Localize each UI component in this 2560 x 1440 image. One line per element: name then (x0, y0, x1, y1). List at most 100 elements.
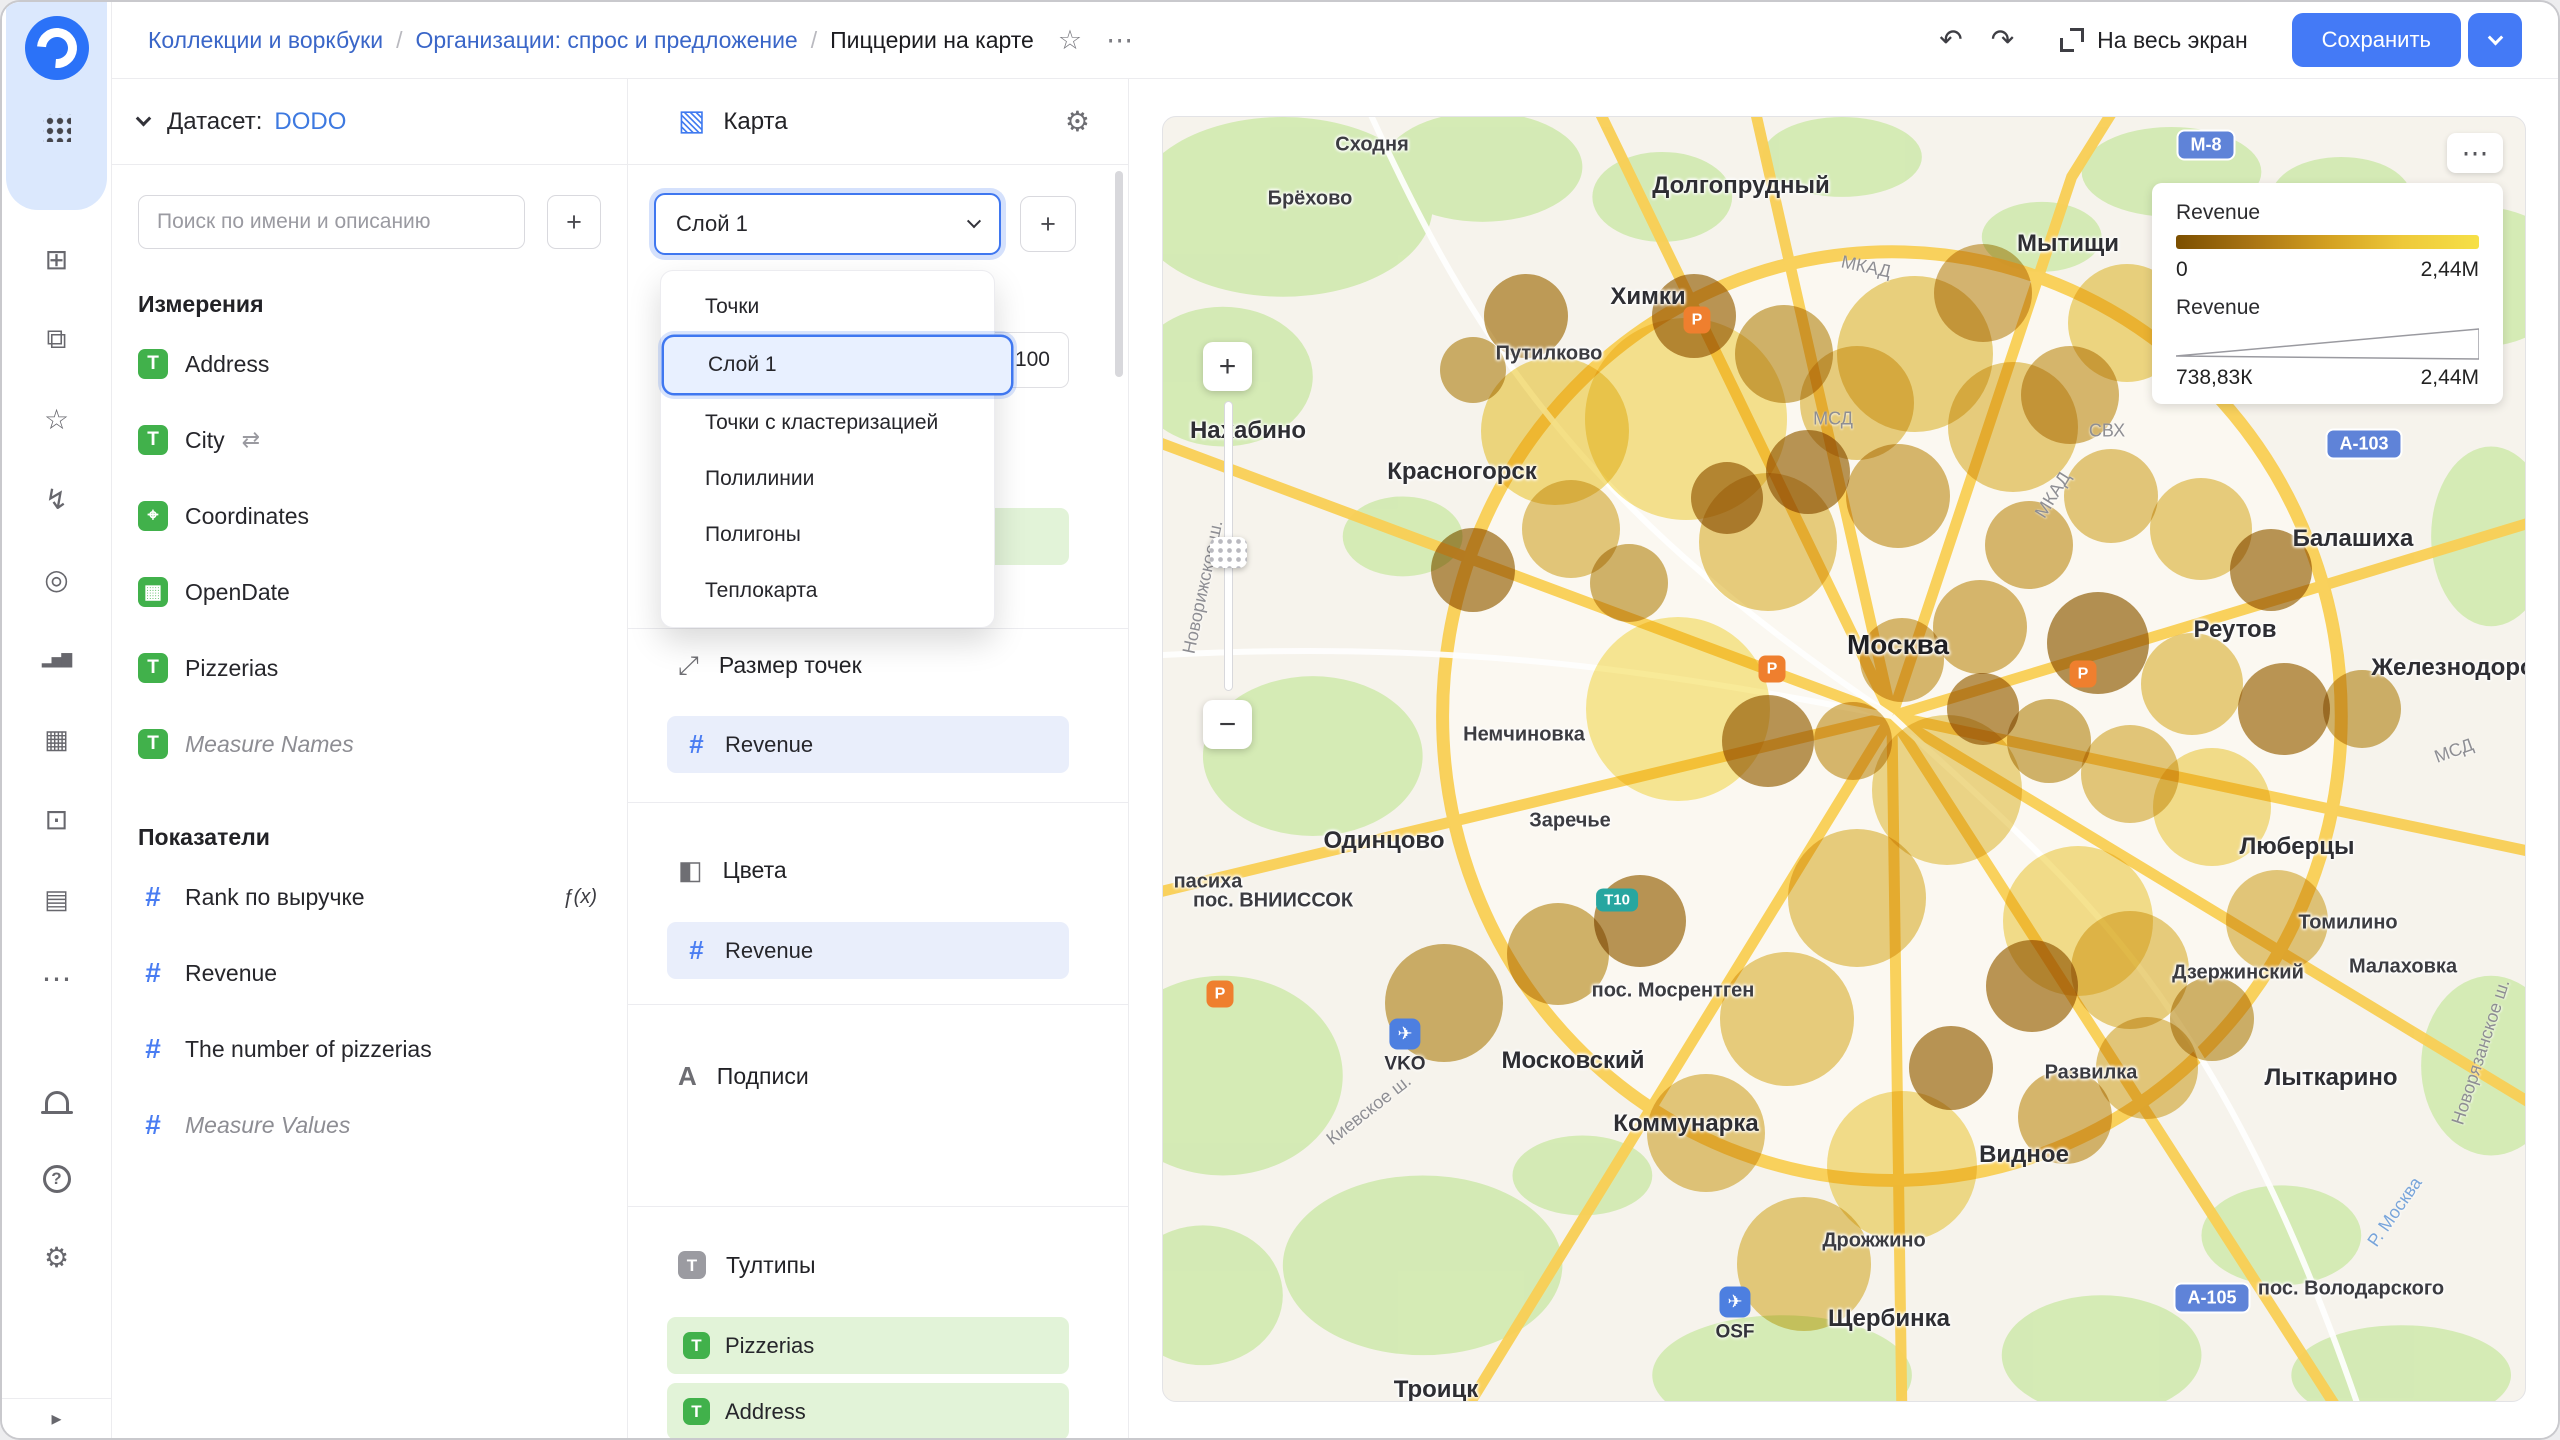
colors-field-pill[interactable]: # Revenue (667, 922, 1069, 979)
notifications-button[interactable] (28, 1072, 86, 1130)
more-menu-icon[interactable]: ⋯ (1106, 26, 1133, 54)
field-row-measure[interactable]: # Rank по выручке ƒ(x) (112, 859, 627, 935)
layer-option[interactable]: Слой 1 (664, 337, 1011, 393)
field-label: Pizzerias (725, 1332, 815, 1358)
collections-button[interactable]: ⊞ (28, 230, 86, 288)
map-data-point[interactable] (1431, 528, 1515, 612)
map-place-label: Коммунарка (1613, 1110, 1759, 1137)
field-label: Revenue (725, 731, 814, 757)
editor-button[interactable]: ↯ (28, 470, 86, 528)
dimension-type-icon: T (683, 1398, 710, 1425)
map-data-point[interactable] (1788, 829, 1926, 967)
map-place-label: Железнодоро (2371, 654, 2526, 681)
zoom-out-button[interactable]: − (1203, 700, 1252, 749)
field-row-dimension[interactable]: T Measure Names (112, 706, 627, 782)
favorites-button[interactable]: ☆ (28, 390, 86, 448)
layer-select[interactable]: Слой 1 (654, 193, 1001, 255)
undo-icon[interactable]: ↶ (1939, 26, 1962, 54)
map-data-point[interactable] (1735, 305, 1833, 403)
map-data-point[interactable] (1814, 702, 1892, 780)
field-row-measure[interactable]: # Revenue (112, 935, 627, 1011)
fullscreen-button[interactable]: На весь экран (2060, 27, 2248, 54)
dataset-name-link[interactable]: DODO (274, 108, 346, 136)
layer-option[interactable]: Полилинии (661, 451, 994, 507)
dimensions-list: T Address T City ⇄ ⌖ Coordinates ▦ OpenDate T Pizz… (112, 326, 627, 782)
map-canvas[interactable]: Сходня Брёхово Долгопрудный Мытищи Химки Пути… (1162, 116, 2526, 1402)
field-row-dimension[interactable]: T Address (112, 326, 627, 402)
tooltip-field-pill[interactable]: T Pizzerias (667, 1317, 1069, 1374)
map-data-point[interactable] (2141, 633, 2243, 735)
map-place-label: Развилка (2044, 1061, 2138, 1084)
zoom-in-button[interactable]: + (1203, 342, 1252, 391)
map-data-point[interactable] (2238, 663, 2330, 755)
map-data-point[interactable] (1720, 952, 1854, 1086)
map-data-point[interactable] (1909, 1026, 1993, 1110)
map-data-point[interactable] (1985, 501, 2073, 589)
legend-color-min: 0 (2176, 258, 2188, 281)
field-row-dimension[interactable]: ⌖ Coordinates (112, 478, 627, 554)
save-button[interactable]: Сохранить (2291, 13, 2461, 67)
charts-button[interactable]: ▂▅▇ (28, 630, 86, 688)
tooltip-field-pill[interactable]: T Address (667, 1383, 1069, 1438)
logo-area (6, 2, 107, 210)
labels-icon: A (678, 1061, 697, 1091)
map-more-button[interactable]: ⋯ (2447, 133, 2503, 173)
field-label: Address (725, 1398, 806, 1424)
breadcrumb-link[interactable]: Коллекции и воркбуки (148, 27, 383, 54)
breadcrumb-link[interactable]: Организации: спрос и предложение (415, 27, 797, 54)
datasets-icon: ▦ (44, 723, 69, 754)
chart-settings-gear-icon[interactable]: ⚙ (1065, 107, 1090, 136)
redo-icon[interactable]: ↷ (1991, 26, 2014, 54)
field-row-measure[interactable]: # The number of pizzerias (112, 1011, 627, 1087)
dashboards-button[interactable]: ⊡ (28, 790, 86, 848)
field-row-measure[interactable]: # Measure Values (112, 1087, 627, 1163)
storage-button[interactable]: ▤ (28, 870, 86, 928)
layer-option[interactable]: Полигоны (661, 507, 994, 563)
datalens-logo[interactable] (24, 16, 89, 80)
search-input[interactable] (138, 195, 525, 249)
station-badge: Р (1683, 306, 1711, 334)
section-tooltips: T Тултипы (678, 1242, 816, 1288)
more-nav-button[interactable]: ⋯ (28, 950, 86, 1008)
workbooks-button[interactable]: ⧉ (28, 310, 86, 368)
measure-hash-icon: # (145, 1109, 161, 1140)
apps-grid-icon[interactable] (42, 114, 71, 142)
point-size-field-pill[interactable]: # Revenue (667, 716, 1069, 773)
fullscreen-label: На весь экран (2097, 26, 2248, 53)
help-button[interactable]: ? (28, 1150, 86, 1208)
map-data-point[interactable] (2064, 449, 2158, 543)
layer-option[interactable]: Точки (661, 279, 994, 335)
section-title: Тултипы (726, 1251, 816, 1278)
expand-rail-button[interactable]: ▸ (2, 1398, 111, 1438)
map-data-point[interactable] (1934, 244, 2032, 342)
app-window: ⊞ ⧉ ☆ ↯ ◎ ▂▅▇ ▦ ⊡ ▤ ⋯ ? ⚙ ▸ Коллекции и воркбуки /… (0, 0, 2560, 1440)
resize-icon: ⤢ (678, 650, 699, 680)
dataset-panel: Датасет: DODO + Измерения T Address T City ⇄… (112, 79, 628, 1438)
map-data-point[interactable] (2047, 592, 2149, 694)
map-place-label: Щербинка (1828, 1305, 1950, 1332)
field-row-dimension[interactable]: ▦ OpenDate (112, 554, 627, 630)
dataset-header[interactable]: Датасет: DODO (112, 79, 627, 165)
map-data-point[interactable] (2170, 977, 2254, 1061)
dimension-type-icon: T (138, 425, 168, 455)
add-layer-button[interactable]: + (1020, 196, 1076, 252)
settings-button[interactable]: ⚙ (28, 1228, 86, 1286)
datasets-button[interactable]: ▦ (28, 710, 86, 768)
add-field-button[interactable]: + (547, 195, 601, 249)
map-data-point[interactable] (1722, 695, 1814, 787)
map-data-point[interactable] (1691, 462, 1763, 534)
field-row-dimension[interactable]: T City ⇄ (112, 402, 627, 478)
map-chart-icon: ▧ (678, 105, 706, 137)
zoom-slider-handle[interactable] (1210, 537, 1247, 568)
map-data-point[interactable] (1522, 480, 1620, 578)
airplane-icon: ✈ (1719, 1286, 1751, 1318)
breadcrumb-separator: / (396, 26, 403, 53)
favorite-star-icon[interactable]: ☆ (1058, 26, 1082, 54)
field-row-dimension[interactable]: T Pizzerias (112, 630, 627, 706)
save-dropdown-button[interactable] (2468, 13, 2522, 67)
layer-option[interactable]: Точки с кластеризацией (661, 395, 994, 451)
panel-scrollbar[interactable] (1115, 171, 1123, 377)
layer-option[interactable]: Теплокарта (661, 563, 994, 619)
map-data-point[interactable] (1986, 940, 2078, 1032)
monitoring-button[interactable]: ◎ (28, 550, 86, 608)
